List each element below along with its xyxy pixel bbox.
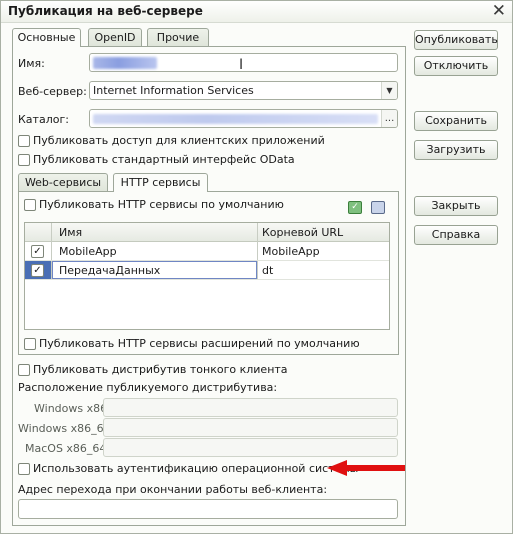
uncheck-all-icon[interactable] <box>371 201 385 214</box>
tab-openid[interactable]: OpenID <box>88 28 142 46</box>
publish-odata-checkbox[interactable] <box>18 154 30 166</box>
publish-http-default-label: Публиковать HTTP сервисы по умолчанию <box>39 198 284 211</box>
row-name: MobileApp <box>59 245 117 258</box>
redirect-label: Адрес перехода при окончании работы веб-… <box>18 483 328 496</box>
row-name: ПередачаДанных <box>59 264 161 277</box>
win-x86-label: Windows x86: <box>34 402 111 415</box>
tab-other[interactable]: Прочие <box>147 28 209 46</box>
mac-x64-label: MacOS x86_64: <box>25 442 111 455</box>
row-url: dt <box>262 264 274 277</box>
redacted-name <box>93 57 157 69</box>
table-header: Имя Корневой URL <box>25 223 389 242</box>
row-checkbox[interactable]: ✓ <box>31 264 44 277</box>
row-url: MobileApp <box>262 245 320 258</box>
redirect-input[interactable] <box>18 499 398 519</box>
catalog-input[interactable]: ... <box>89 109 398 128</box>
catalog-label: Каталог: <box>18 113 69 126</box>
column-root-url: Корневой URL <box>262 226 344 239</box>
red-arrow-annotation <box>327 460 405 476</box>
redacted-catalog <box>93 114 378 124</box>
check-all-icon[interactable]: ✓ <box>348 201 362 214</box>
http-services-table: Имя Корневой URL ✓ MobileApp MobileApp ✓… <box>24 222 390 330</box>
os-auth-label: Использовать аутентификацию операционной… <box>33 462 359 475</box>
publish-thin-client-checkbox[interactable] <box>18 364 30 376</box>
help-button[interactable]: Справка <box>414 225 498 245</box>
webserver-select[interactable]: Internet Information Services ▼ <box>89 81 398 100</box>
load-button[interactable]: Загрузить <box>414 140 498 160</box>
webserver-value: Internet Information Services <box>93 84 254 97</box>
win-x86-input[interactable] <box>103 398 398 417</box>
catalog-select-button[interactable]: ... <box>381 110 397 127</box>
publish-thin-client-label: Публиковать дистрибутив тонкого клиента <box>33 363 288 376</box>
name-input[interactable] <box>89 53 398 72</box>
column-name: Имя <box>59 226 83 239</box>
publish-client-access-label: Публиковать доступ для клиентских прилож… <box>33 134 325 147</box>
mac-x64-input[interactable] <box>103 438 398 457</box>
table-row[interactable]: ✓ MobileApp MobileApp <box>25 242 389 261</box>
publish-http-extensions-checkbox[interactable] <box>24 338 36 350</box>
table-row[interactable]: ✓ ПередачаДанных dt <box>25 261 389 280</box>
win-x64-input[interactable] <box>103 418 398 437</box>
win-x64-label: Windows x86_64: <box>18 422 115 435</box>
publish-http-default-checkbox[interactable] <box>24 199 36 211</box>
publish-dialog: Публикация на веб-сервере ✕ Основные Ope… <box>0 0 513 534</box>
webserver-label: Веб-сервер: <box>18 85 87 98</box>
unpublish-button[interactable]: Отключить <box>414 56 498 76</box>
publish-odata-label: Публиковать стандартный интерфейс OData <box>33 153 295 166</box>
save-button[interactable]: Сохранить <box>414 111 498 131</box>
text-cursor-icon: I <box>239 57 244 73</box>
publish-button[interactable]: Опубликовать <box>414 30 498 50</box>
tab-web-services[interactable]: Web-сервисы <box>18 173 108 191</box>
row-checkbox[interactable]: ✓ <box>31 245 44 258</box>
distrib-location-label: Расположение публикуемого дистрибутива: <box>18 381 278 394</box>
os-auth-checkbox[interactable] <box>18 463 30 475</box>
tab-http-services[interactable]: HTTP сервисы <box>113 173 208 192</box>
chevron-down-icon[interactable]: ▼ <box>381 82 397 99</box>
publish-http-extensions-label: Публиковать HTTP сервисы расширений по у… <box>39 337 360 350</box>
publish-client-access-checkbox[interactable] <box>18 135 30 147</box>
title-bar: Публикация на веб-сервере ✕ <box>1 1 512 23</box>
tab-main[interactable]: Основные <box>12 28 81 47</box>
close-icon[interactable]: ✕ <box>492 1 506 21</box>
window-title: Публикация на веб-сервере <box>8 4 203 18</box>
close-button[interactable]: Закрыть <box>414 196 498 216</box>
name-label: Имя: <box>18 57 45 70</box>
